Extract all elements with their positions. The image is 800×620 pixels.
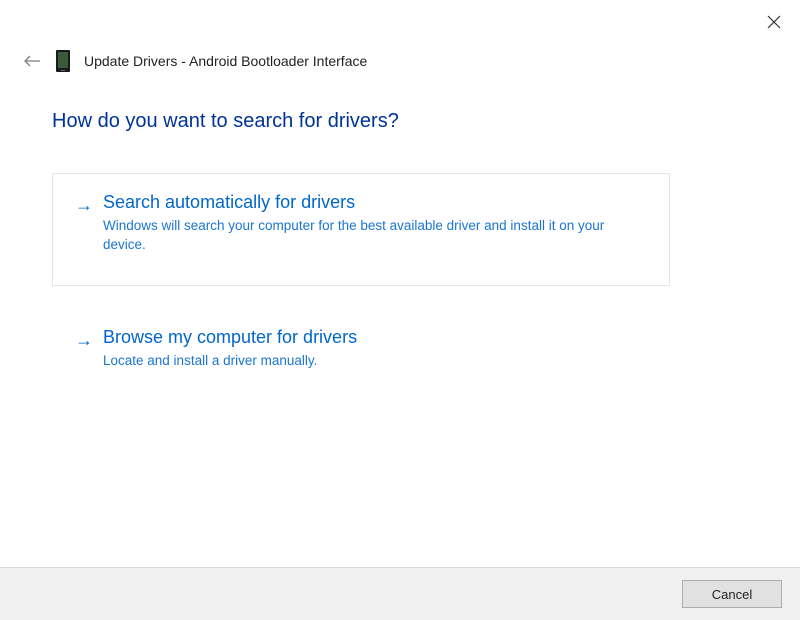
option-browse-computer[interactable]: → Browse my computer for drivers Locate …	[52, 308, 670, 390]
close-icon	[767, 15, 781, 29]
wizard-title: Update Drivers - Android Bootloader Inte…	[84, 53, 367, 69]
main-content: How do you want to search for drivers? →…	[52, 110, 670, 412]
back-arrow-icon	[23, 54, 41, 68]
option-search-automatically[interactable]: → Search automatically for drivers Windo…	[52, 173, 670, 286]
option-description: Locate and install a driver manually.	[103, 352, 647, 371]
option-title: Browse my computer for drivers	[103, 327, 647, 348]
back-button[interactable]	[22, 53, 42, 69]
arrow-right-icon: →	[75, 327, 93, 353]
option-title: Search automatically for drivers	[103, 192, 647, 213]
device-icon	[56, 50, 70, 72]
question-heading: How do you want to search for drivers?	[52, 110, 670, 133]
cancel-button[interactable]: Cancel	[682, 580, 782, 608]
cancel-label: Cancel	[712, 587, 752, 602]
wizard-header: Update Drivers - Android Bootloader Inte…	[22, 50, 367, 72]
arrow-right-icon: →	[75, 192, 93, 218]
close-button[interactable]	[764, 12, 784, 32]
option-description: Windows will search your computer for th…	[103, 217, 647, 255]
wizard-footer: Cancel	[0, 567, 800, 620]
